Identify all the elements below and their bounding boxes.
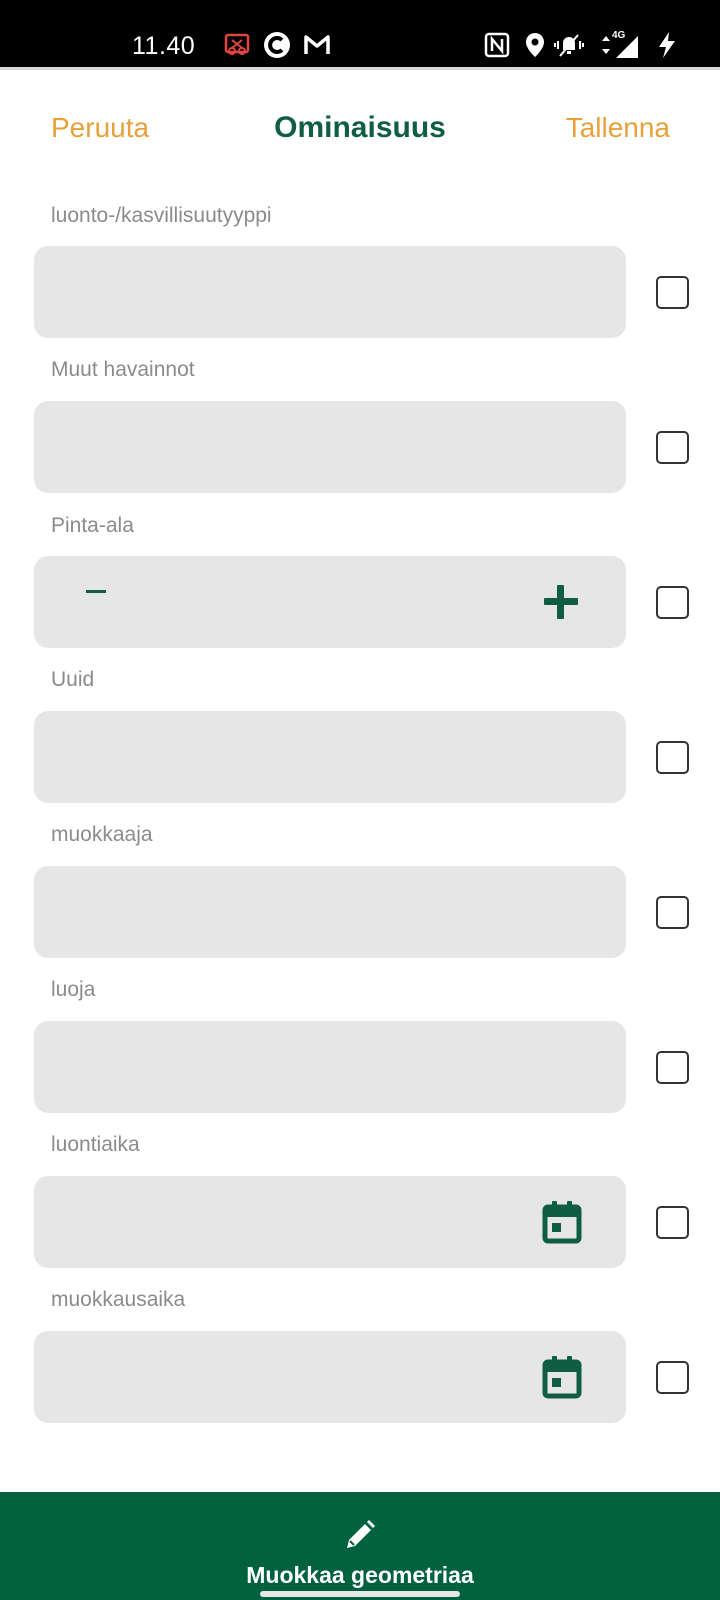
luontiaika-checkbox[interactable]: [656, 1206, 689, 1239]
field-label-muokkaaja: muokkaaja: [51, 823, 153, 846]
c-app-icon: [262, 30, 292, 60]
pinta-ala-stepper[interactable]: [34, 556, 626, 648]
status-divider: [0, 67, 720, 70]
luoja-input[interactable]: [34, 1021, 626, 1113]
luoja-checkbox[interactable]: [656, 1051, 689, 1084]
field-label-pinta-ala: Pinta-ala: [51, 514, 134, 537]
muut-havainnot-checkbox[interactable]: [656, 431, 689, 464]
luontotyyppi-input[interactable]: [34, 246, 626, 338]
vibrate-icon: [554, 30, 584, 60]
pencil-icon: [341, 1518, 377, 1554]
luontotyyppi-checkbox[interactable]: [656, 276, 689, 309]
luontiaika-date-input[interactable]: [34, 1176, 626, 1268]
screenshot-icon: [222, 30, 252, 60]
location-icon: [520, 30, 550, 60]
decrement-button[interactable]: [86, 590, 106, 593]
muut-havainnot-input[interactable]: [34, 401, 626, 493]
gmail-icon: [302, 30, 332, 60]
field-label-luontotyyppi: luonto-/kasvillisuutyyppi: [51, 204, 272, 227]
status-time: 11.40: [132, 32, 196, 60]
muokkausaika-date-input[interactable]: [34, 1331, 626, 1423]
field-label-muut-havainnot: Muut havainnot: [51, 358, 195, 381]
nfc-icon: [482, 30, 512, 60]
field-label-uuid: Uuid: [51, 668, 95, 691]
field-label-muokkausaika: muokkausaika: [51, 1288, 186, 1311]
muokkaaja-checkbox[interactable]: [656, 896, 689, 929]
field-label-luontiaika: luontiaika: [51, 1133, 140, 1156]
charging-icon: [652, 30, 682, 60]
edit-geometry-label: Muokkaa geometriaa: [246, 1562, 474, 1588]
calendar-icon[interactable]: [542, 1200, 582, 1244]
uuid-input[interactable]: [34, 711, 626, 803]
increment-button[interactable]: [544, 585, 578, 619]
field-label-luoja: luoja: [51, 978, 96, 1001]
save-button[interactable]: Tallenna: [566, 112, 670, 144]
status-bar: 11.40 4G: [0, 0, 720, 70]
edit-geometry-button[interactable]: Muokkaa geometriaa: [0, 1492, 720, 1600]
muokkausaika-checkbox[interactable]: [656, 1361, 689, 1394]
top-bar: Peruuta Ominaisuus Tallenna: [0, 100, 720, 160]
calendar-icon[interactable]: [542, 1355, 582, 1399]
pinta-ala-checkbox[interactable]: [656, 586, 689, 619]
muokkaaja-input[interactable]: [34, 866, 626, 958]
signal-icon: [612, 30, 642, 60]
home-indicator[interactable]: [260, 1591, 460, 1597]
uuid-checkbox[interactable]: [656, 741, 689, 774]
